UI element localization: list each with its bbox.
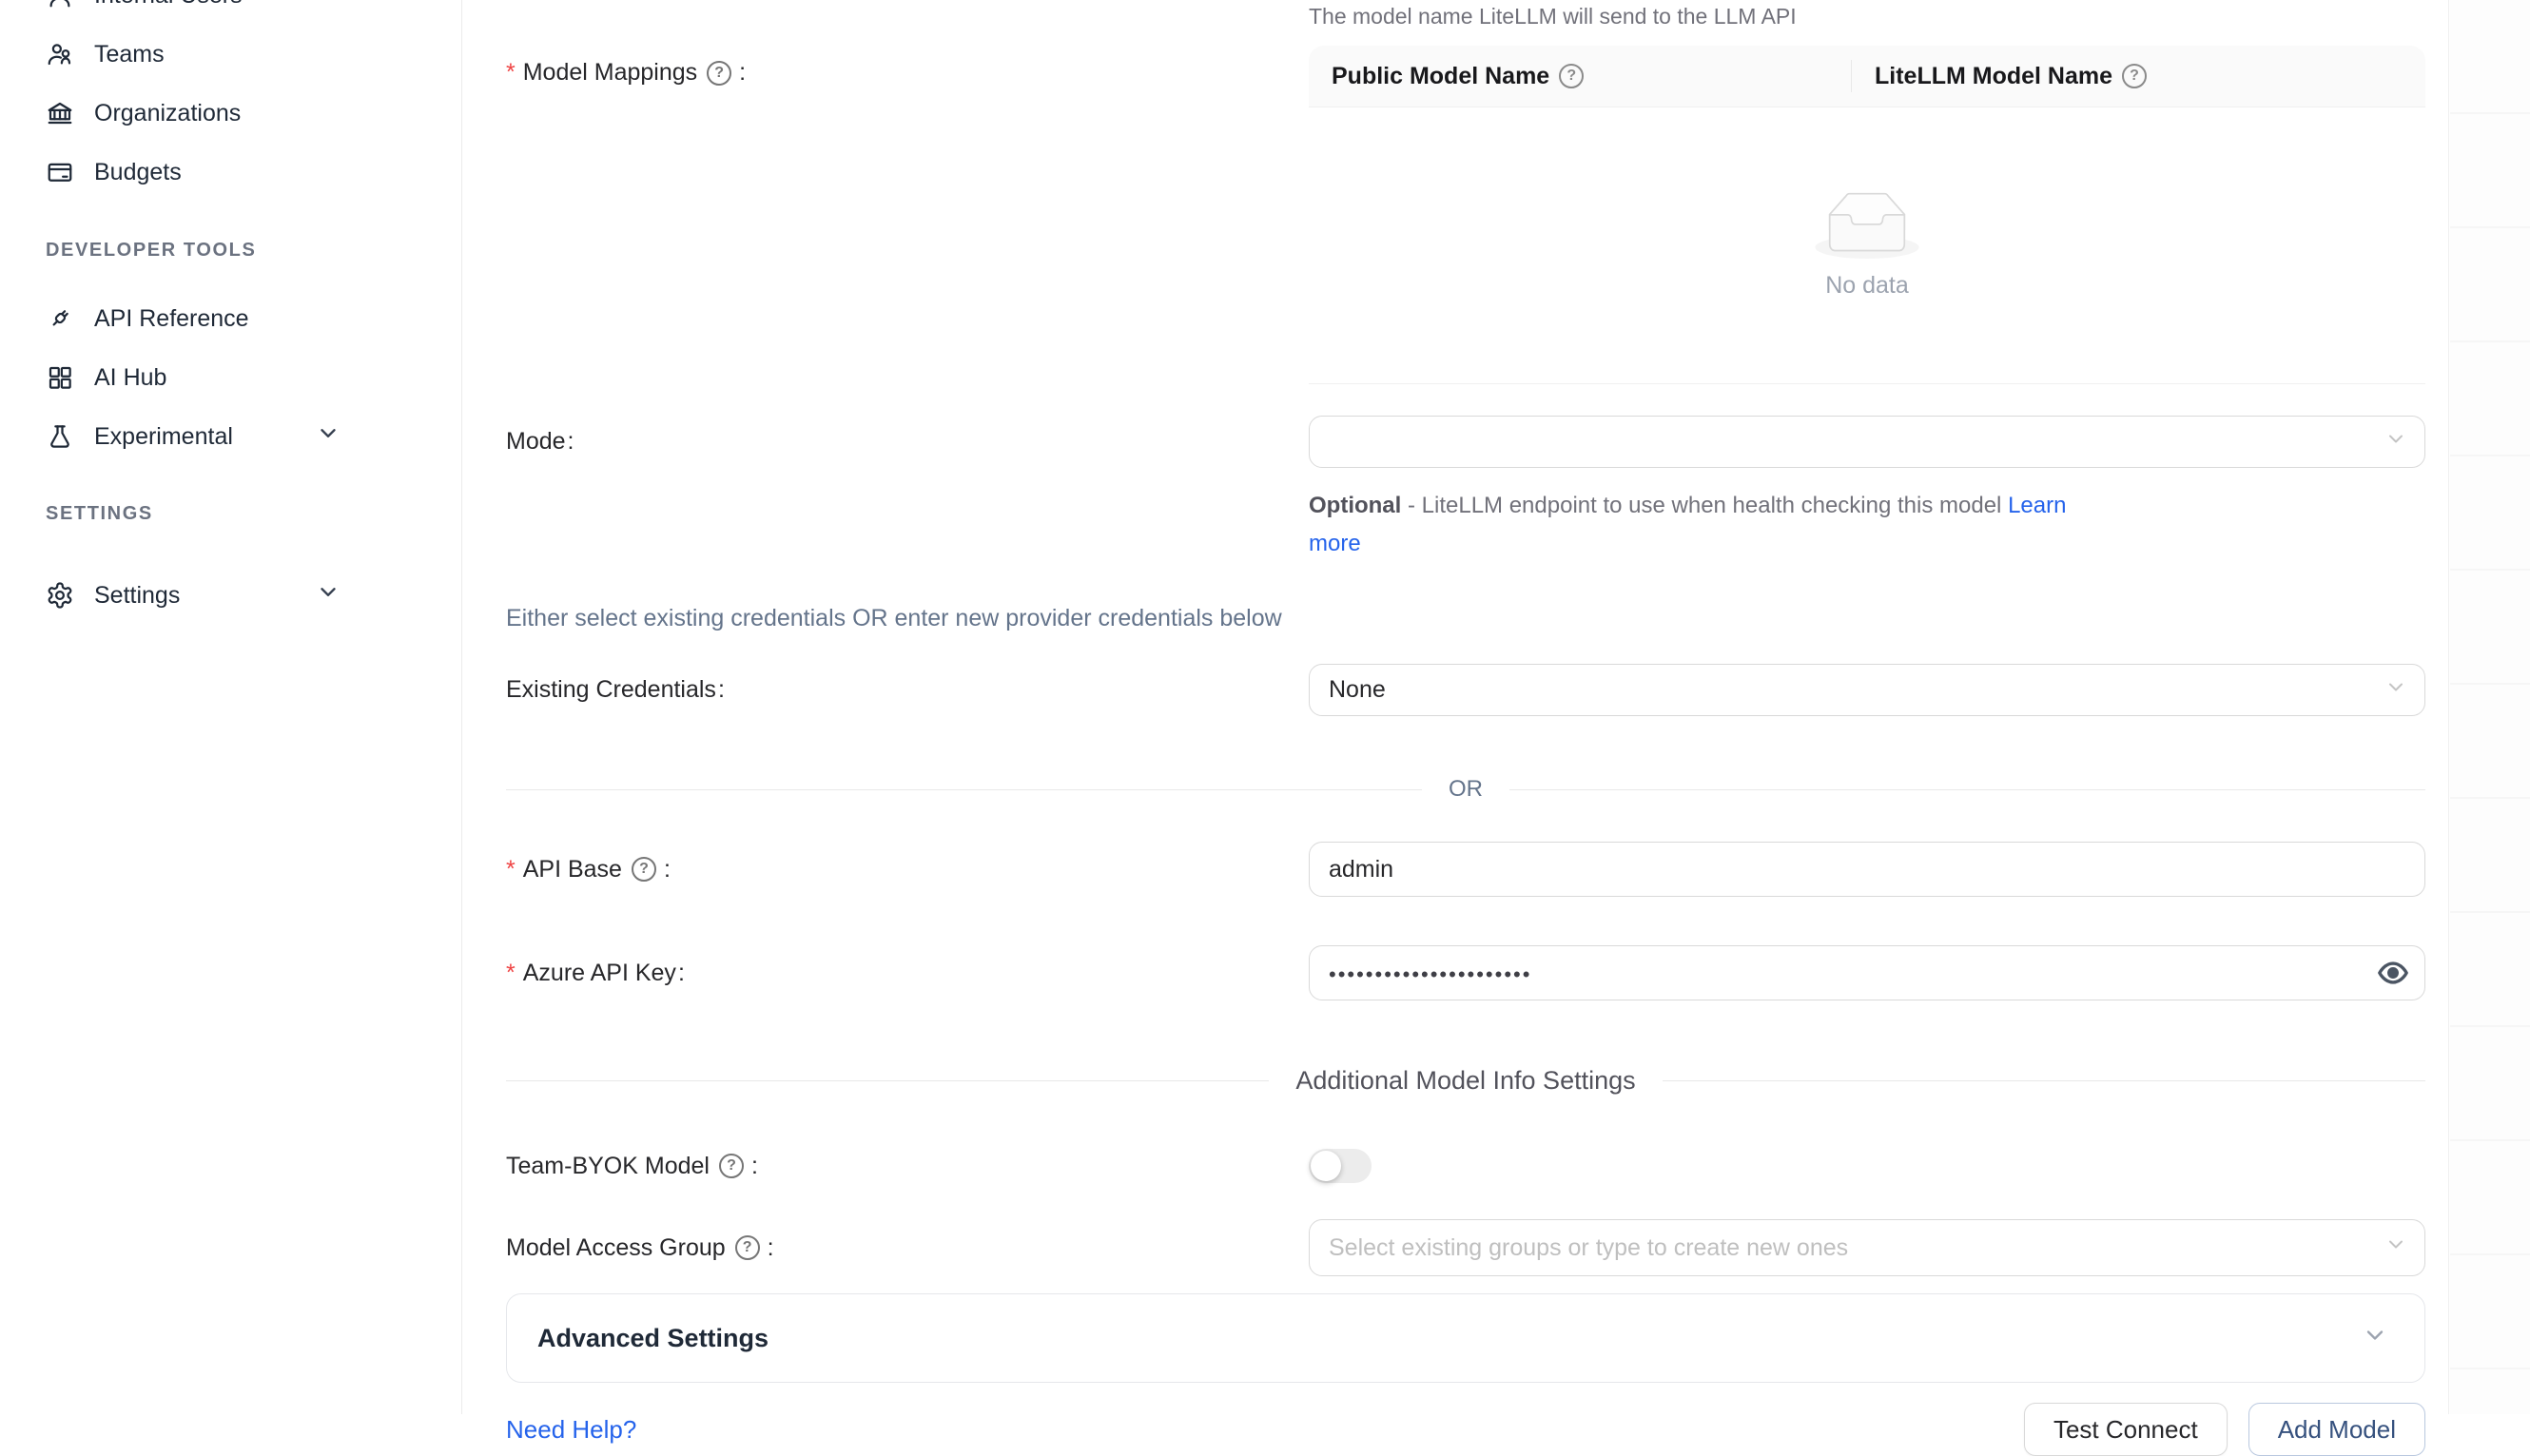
help-icon[interactable]: ? (735, 1235, 760, 1260)
help-icon[interactable]: ? (707, 61, 731, 86)
model-access-group-label: Model Access Group ? : (506, 1219, 1309, 1276)
empty-state: No data (1309, 107, 2425, 383)
mode-label: Mode : (506, 416, 1309, 468)
sidebar-section-settings: SETTINGS (0, 503, 461, 525)
column-header-litellm-model-name: LiteLLM Model Name ? (1852, 63, 2152, 90)
help-icon[interactable]: ? (719, 1154, 744, 1178)
eye-icon[interactable] (2377, 957, 2409, 989)
sidebar-item-label: Organizations (94, 100, 241, 127)
sidebar-item-teams[interactable]: Teams (0, 25, 461, 84)
sidebar-item-label: Experimental (94, 423, 233, 451)
model-mappings-table: Public Model Name ? LiteLLM Model Name ?… (1309, 46, 2425, 384)
api-base-label: * API Base ? : (506, 842, 1309, 897)
grid-icon (46, 363, 74, 392)
existing-credentials-select[interactable]: None (1309, 664, 2425, 716)
sidebar-item-ai-hub[interactable]: AI Hub (0, 348, 461, 407)
team-byok-label: Team-BYOK Model ? : (506, 1153, 1309, 1180)
azure-api-key-input[interactable]: •••••••••••••••••••••• (1309, 945, 2425, 1000)
chevron-down-icon (2384, 675, 2407, 705)
api-base-row: * API Base ? : (506, 842, 2425, 897)
sidebar-item-label: Teams (94, 41, 165, 68)
sidebar-section-developer-tools: DEVELOPER TOOLS (0, 240, 461, 262)
need-help-link[interactable]: Need Help? (506, 1415, 636, 1445)
additional-settings-divider: Additional Model Info Settings (506, 1066, 2425, 1096)
gear-icon (46, 581, 74, 610)
sidebar-item-label: AI Hub (94, 364, 166, 392)
bank-icon (46, 99, 74, 127)
mode-row: Mode : (506, 416, 2425, 468)
help-icon[interactable]: ? (1559, 64, 1584, 88)
chevron-down-icon (2384, 1233, 2407, 1263)
model-access-group-row: Model Access Group ? : (506, 1219, 2425, 1276)
sidebar-item-internal-users[interactable]: Internal Users (0, 0, 461, 25)
table-caption: The model name LiteLLM will send to the … (1309, 0, 2425, 29)
chevron-down-icon (316, 421, 341, 453)
model-mappings-row: * Model Mappings ? : Public Model Name ?… (506, 46, 2425, 384)
test-connect-button[interactable]: Test Connect (2024, 1403, 2228, 1456)
azure-api-key-label: * Azure API Key : (506, 945, 1309, 1000)
learn-more-link[interactable]: more (1309, 531, 1361, 556)
or-divider: OR (506, 776, 2425, 803)
background-page-edge (2450, 0, 2530, 1414)
sidebar-item-label: Internal Users (94, 0, 243, 10)
sidebar-item-experimental[interactable]: Experimental (0, 407, 461, 466)
teams-icon (46, 40, 74, 68)
required-mark: * (506, 960, 516, 987)
sidebar-item-organizations[interactable]: Organizations (0, 84, 461, 143)
api-base-input[interactable] (1329, 856, 2371, 883)
team-byok-row: Team-BYOK Model ? : (506, 1142, 2425, 1190)
learn-more-link[interactable]: Learn (2008, 493, 2066, 518)
chevron-down-icon (2384, 427, 2407, 456)
table-header-row: Public Model Name ? LiteLLM Model Name ? (1309, 46, 2425, 107)
form-footer: Need Help? Test Connect Add Model (506, 1403, 2425, 1456)
sidebar-item-settings[interactable]: Settings (0, 566, 461, 625)
existing-credentials-row: Existing Credentials : None (506, 664, 2425, 716)
flask-icon (46, 422, 74, 451)
sidebar-item-api-reference[interactable]: API Reference (0, 289, 461, 348)
credit-card-icon (46, 158, 74, 186)
advanced-settings-header[interactable]: Advanced Settings (506, 1293, 2425, 1383)
advanced-settings-label: Advanced Settings (537, 1324, 769, 1353)
help-icon[interactable]: ? (632, 857, 656, 882)
mode-help-text: Optional - LiteLLM endpoint to use when … (1309, 487, 2425, 563)
chevron-down-icon (2362, 1322, 2388, 1355)
existing-credentials-value: None (1329, 676, 1386, 704)
required-mark: * (506, 856, 516, 883)
column-header-public-model-name: Public Model Name ? (1309, 63, 1851, 90)
model-access-group-select[interactable] (1309, 1219, 2425, 1276)
user-icon (46, 0, 74, 10)
azure-api-key-row: * Azure API Key : •••••••••••••••••••••• (506, 945, 2425, 1000)
plug-icon (46, 304, 74, 333)
api-base-input-wrap (1309, 842, 2425, 897)
sidebar-item-label: Settings (94, 582, 180, 610)
sidebar-item-label: Budgets (94, 159, 182, 186)
empty-text: No data (1825, 272, 1909, 300)
empty-box-icon (1815, 192, 1919, 259)
existing-credentials-label: Existing Credentials : (506, 664, 1309, 716)
add-model-button[interactable]: Add Model (2248, 1403, 2425, 1456)
additional-settings-title: Additional Model Info Settings (1295, 1066, 1635, 1096)
sidebar: Internal Users Teams Organizations Budge… (0, 0, 462, 1414)
sidebar-item-label: API Reference (94, 305, 249, 333)
sidebar-item-budgets[interactable]: Budgets (0, 143, 461, 202)
credentials-note: Either select existing credentials OR en… (506, 605, 2425, 632)
masked-password-value: •••••••••••••••••••••• (1329, 962, 1531, 987)
required-mark: * (506, 59, 516, 87)
add-model-form: The model name LiteLLM will send to the … (463, 0, 2449, 1414)
mode-select[interactable] (1309, 416, 2425, 468)
mode-help-row: Optional - LiteLLM endpoint to use when … (506, 487, 2425, 563)
chevron-down-icon (316, 580, 341, 612)
model-mappings-label: * Model Mappings ? : (506, 46, 1309, 87)
model-access-group-input[interactable] (1329, 1234, 2371, 1262)
team-byok-toggle[interactable] (1309, 1149, 1372, 1183)
help-icon[interactable]: ? (2122, 64, 2147, 88)
